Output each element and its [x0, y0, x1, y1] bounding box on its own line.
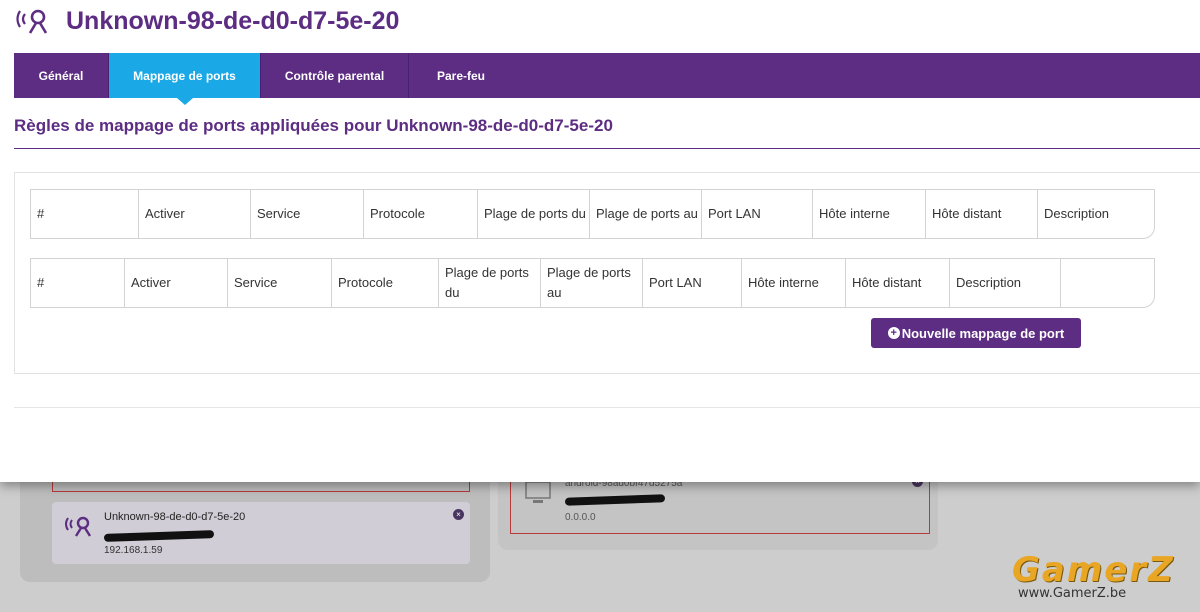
device-ip: 192.168.1.59	[104, 545, 163, 556]
section-divider	[14, 148, 1200, 149]
device-name: Unknown-98-de-d0-d7-5e-20	[104, 511, 246, 523]
column-header: Port LAN	[643, 259, 742, 307]
column-header: Port LAN	[702, 190, 813, 238]
column-header: Protocole	[364, 190, 478, 238]
column-header: Plage de ports du	[478, 190, 590, 238]
section-title: Règles de mappage de ports appliquées po…	[14, 116, 613, 135]
device-modal: Unknown-98-de-d0-d7-5e-20 Général Mappag…	[0, 0, 1200, 482]
tab-general[interactable]: Général	[14, 53, 109, 98]
column-header: Hôte interne	[813, 190, 926, 238]
wifi-person-icon	[16, 9, 48, 34]
redaction-scribble	[103, 530, 215, 542]
close-icon[interactable]: ×	[453, 509, 464, 520]
column-header: Plage de ports au	[541, 259, 643, 307]
page-title: Unknown-98-de-d0-d7-5e-20	[66, 6, 400, 35]
column-header: Description	[950, 259, 1061, 307]
tab-port-mapping[interactable]: Mappage de ports	[109, 53, 261, 105]
port-rules-table-header: # Activer Service Protocole Plage de por…	[30, 189, 1155, 239]
wifi-person-icon	[65, 516, 92, 537]
column-header: Activer	[125, 259, 228, 307]
tab-parental-control[interactable]: Contrôle parental	[261, 53, 409, 98]
watermark-title: GamerZ	[1012, 550, 1175, 590]
footer-divider	[14, 407, 1200, 408]
device-card-2: android-98ad0bf47d5275a 0.0.0.0 ×	[510, 474, 930, 534]
tab-bar: Général Mappage de ports Contrôle parent…	[14, 53, 1200, 105]
computer-icon	[525, 481, 551, 503]
column-header: Protocole	[332, 259, 439, 307]
device-card: Unknown-98-de-d0-d7-5e-20 192.168.1.59 ×	[52, 502, 470, 564]
column-header: #	[31, 259, 125, 307]
column-header: Description	[1044, 206, 1110, 221]
add-port-mapping-label: Nouvelle mappage de port	[901, 325, 1065, 341]
device-ip-2: 0.0.0.0	[565, 512, 596, 523]
plus-circle-icon: +	[887, 327, 900, 339]
column-header-actions	[1061, 259, 1154, 307]
watermark-logo: GamerZ www.GamerZ.be	[1012, 552, 1182, 601]
column-header: Service	[228, 259, 332, 307]
column-header: Hôte interne	[742, 259, 846, 307]
column-header: Hôte distant	[926, 190, 1038, 238]
column-header: Service	[251, 190, 364, 238]
add-port-mapping-button[interactable]: + Nouvelle mappage de port	[871, 318, 1081, 348]
column-header: Plage de ports au	[590, 190, 702, 238]
port-rules-table: # Activer Service Protocole Plage de por…	[30, 258, 1155, 308]
column-header: Activer	[139, 190, 251, 238]
column-header: Plage de ports du	[439, 259, 541, 307]
tab-firewall[interactable]: Pare-feu	[409, 53, 513, 98]
redaction-scribble-2	[564, 494, 666, 506]
modal-header: Unknown-98-de-d0-d7-5e-20	[14, 4, 399, 38]
column-header: Hôte distant	[846, 259, 950, 307]
column-header: #	[31, 190, 139, 238]
